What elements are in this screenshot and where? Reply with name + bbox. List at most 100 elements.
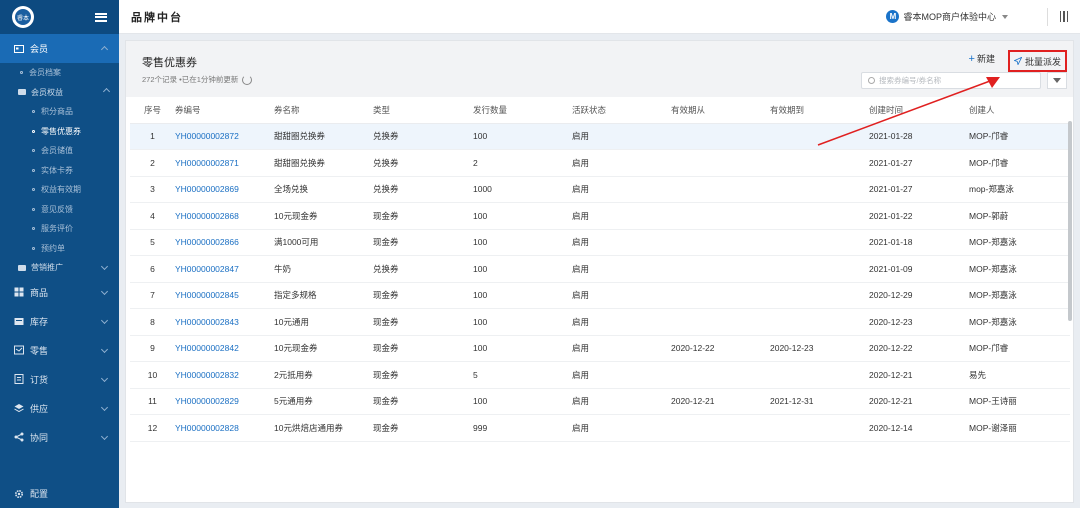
menu-products[interactable]: 商品 (0, 278, 119, 307)
table-row[interactable]: 6 YH00000002847 牛奶 兑换券 100 启用 2021-01-09 MOP-郑嘉… (130, 255, 1070, 283)
table-row[interactable]: 11 YH00000002829 5元通用券 现金券 100 启用 2020-12-21 20… (130, 388, 1070, 415)
table-cell: 指定多规格 (274, 282, 373, 309)
settings-label: 配置 (30, 489, 49, 499)
org-avatar: M (886, 10, 900, 23)
sidebar-item-member-rights[interactable]: 会员权益 (0, 83, 119, 103)
table-cell: 现金券 (373, 308, 473, 336)
coupon-code-link[interactable]: YH00000002871 (175, 149, 274, 177)
table-cell: 启用 (572, 335, 671, 362)
coupon-code-link[interactable]: YH00000002869 (175, 176, 274, 203)
coupon-code-link[interactable]: YH00000002868 (175, 202, 274, 230)
table-cell: 999 (473, 414, 572, 442)
table-cell (671, 255, 770, 283)
menu-supply[interactable]: 供应 (0, 394, 119, 423)
sidebar-header: 睿本 (0, 0, 119, 34)
table-row[interactable]: 12 YH00000002828 10元烘焙店通用券 现金券 999 启用 2020-12-… (130, 414, 1070, 442)
table-cell (770, 282, 869, 309)
table-cell (671, 361, 770, 389)
vertical-scrollbar[interactable] (1068, 121, 1072, 321)
table-row[interactable]: 5 YH00000002866 满1000可用 现金券 100 启用 2021-01-18 M… (130, 229, 1070, 256)
table-cell: 现金券 (373, 202, 473, 230)
table-cell: 兑换券 (373, 255, 473, 283)
filter-button[interactable] (1047, 72, 1067, 89)
bulk-distribute-label: 批量派发 (1024, 56, 1061, 67)
table-row[interactable]: 3 YH00000002869 全场兑换 兑换券 1000 启用 2021-01-27 mop… (130, 176, 1070, 203)
table-cell: 2元抵用券 (274, 361, 373, 389)
sidebar-item-member-profile[interactable]: 会员档案 (0, 63, 119, 83)
record-count-text: 272个记录 •已在1分钟前更新 (142, 75, 239, 84)
bullet-icon (32, 168, 35, 172)
sidebar-item-points-products[interactable]: 积分商品 (0, 102, 119, 122)
chevron-down-icon (100, 403, 109, 411)
coupon-code-link[interactable]: YH00000002866 (175, 229, 274, 256)
table-cell: MOP-邝睿 (969, 149, 1070, 177)
table-cell: 100 (473, 388, 572, 415)
org-switcher[interactable]: M 睿本MOP商户体验中心 (886, 10, 1008, 23)
table-row[interactable]: 10 YH00000002832 2元抵用券 现金券 5 启用 2020-12-21 易先 (130, 361, 1070, 389)
menu-orders[interactable]: 订货 (0, 365, 119, 394)
brand-logo: 睿本 (12, 6, 34, 28)
table-cell: 10 (130, 361, 175, 389)
table-cell: MOP-邝睿 (969, 335, 1070, 362)
columns-menu-icon[interactable] (1059, 11, 1068, 22)
menu-inventory[interactable]: 库存 (0, 307, 119, 336)
menu-collaboration[interactable]: 协同 (0, 423, 119, 452)
divider (1047, 8, 1048, 26)
top-bar: 品牌中台 M 睿本MOP商户体验中心 (119, 0, 1080, 34)
column-header: 活跃状态 (572, 97, 671, 124)
table-row[interactable]: 4 YH00000002868 10元现金券 现金券 100 启用 2021-01-22 MO… (130, 202, 1070, 230)
sidebar-item-label: 会员权益 (31, 87, 63, 97)
table-cell: 启用 (572, 282, 671, 309)
sidebar-item-service-review[interactable]: 服务评价 (0, 219, 119, 239)
hamburger-menu-icon[interactable] (95, 12, 107, 22)
coupon-code-link[interactable]: YH00000002829 (175, 388, 274, 415)
table-cell: mop-郑嘉泳 (969, 176, 1070, 203)
new-button[interactable]: + 新建 (969, 52, 995, 65)
table-cell: 12 (130, 414, 175, 442)
sidebar-item-feedback[interactable]: 意见反馈 (0, 200, 119, 220)
sidebar-item-reservations[interactable]: 预约单 (0, 239, 119, 259)
refresh-icon[interactable] (242, 74, 253, 85)
sidebar-item-retail-coupons[interactable]: 零售优惠券 (0, 122, 119, 142)
table-cell: 9 (130, 335, 175, 362)
coupon-code-link[interactable]: YH00000002845 (175, 282, 274, 309)
table-cell (671, 149, 770, 177)
table-row[interactable]: 8 YH00000002843 10元通用 现金券 100 启用 2020-12-23 MOP… (130, 308, 1070, 336)
coupon-code-link[interactable]: YH00000002828 (175, 414, 274, 442)
coupon-code-link[interactable]: YH00000002832 (175, 361, 274, 389)
table-cell: 1000 (473, 176, 572, 203)
chevron-down-icon (100, 262, 109, 271)
coupon-code-link[interactable]: YH00000002843 (175, 308, 274, 336)
table-row[interactable]: 9 YH00000002842 10元现金券 现金券 100 启用 2020-12-22 20… (130, 335, 1070, 362)
coupon-code-link[interactable]: YH00000002847 (175, 255, 274, 283)
table-row[interactable]: 7 YH00000002845 指定多规格 现金券 100 启用 2020-12-29 MOP… (130, 282, 1070, 309)
sidebar-item-stored-value[interactable]: 会员储值 (0, 141, 119, 161)
menu-member[interactable]: 会员 (0, 34, 119, 63)
table-cell (671, 202, 770, 230)
chevron-down-icon (100, 316, 109, 324)
coupon-code-link[interactable]: YH00000002842 (175, 335, 274, 362)
menu-supply-label: 供应 (30, 403, 49, 414)
sidebar-settings[interactable]: 配置 (14, 487, 48, 500)
column-header: 发行数量 (473, 97, 572, 124)
table-cell: MOP-谢泽丽 (969, 414, 1070, 442)
table-cell: 启用 (572, 414, 671, 442)
annotation-arrow (817, 77, 1000, 146)
table-cell: 2020-12-29 (869, 282, 969, 309)
table-row[interactable]: 2 YH00000002871 甜甜圈兑换券 兑换券 2 启用 2021-01-27 MOP-… (130, 149, 1070, 177)
table-cell: 10元现金券 (274, 335, 373, 362)
sidebar-item-marketing[interactable]: 营销推广 (0, 258, 119, 278)
table-cell: 2020-12-21 (671, 388, 770, 415)
column-header: 券名称 (274, 97, 373, 124)
sidebar-item-rights-validity[interactable]: 权益有效期 (0, 180, 119, 200)
coupon-code-link[interactable]: YH00000002872 (175, 123, 274, 150)
table-cell: 10元通用 (274, 308, 373, 336)
table-cell: 5 (473, 361, 572, 389)
sidebar-item-label: 预约单 (41, 243, 65, 253)
table-cell: 11 (130, 388, 175, 415)
sidebar-item-physical-cards[interactable]: 实体卡券 (0, 161, 119, 181)
menu-retail[interactable]: 零售 (0, 336, 119, 365)
table-cell (671, 414, 770, 442)
bulk-distribute-button[interactable]: 批量派发 (1007, 50, 1068, 72)
table-cell: 2021-01-09 (869, 255, 969, 283)
